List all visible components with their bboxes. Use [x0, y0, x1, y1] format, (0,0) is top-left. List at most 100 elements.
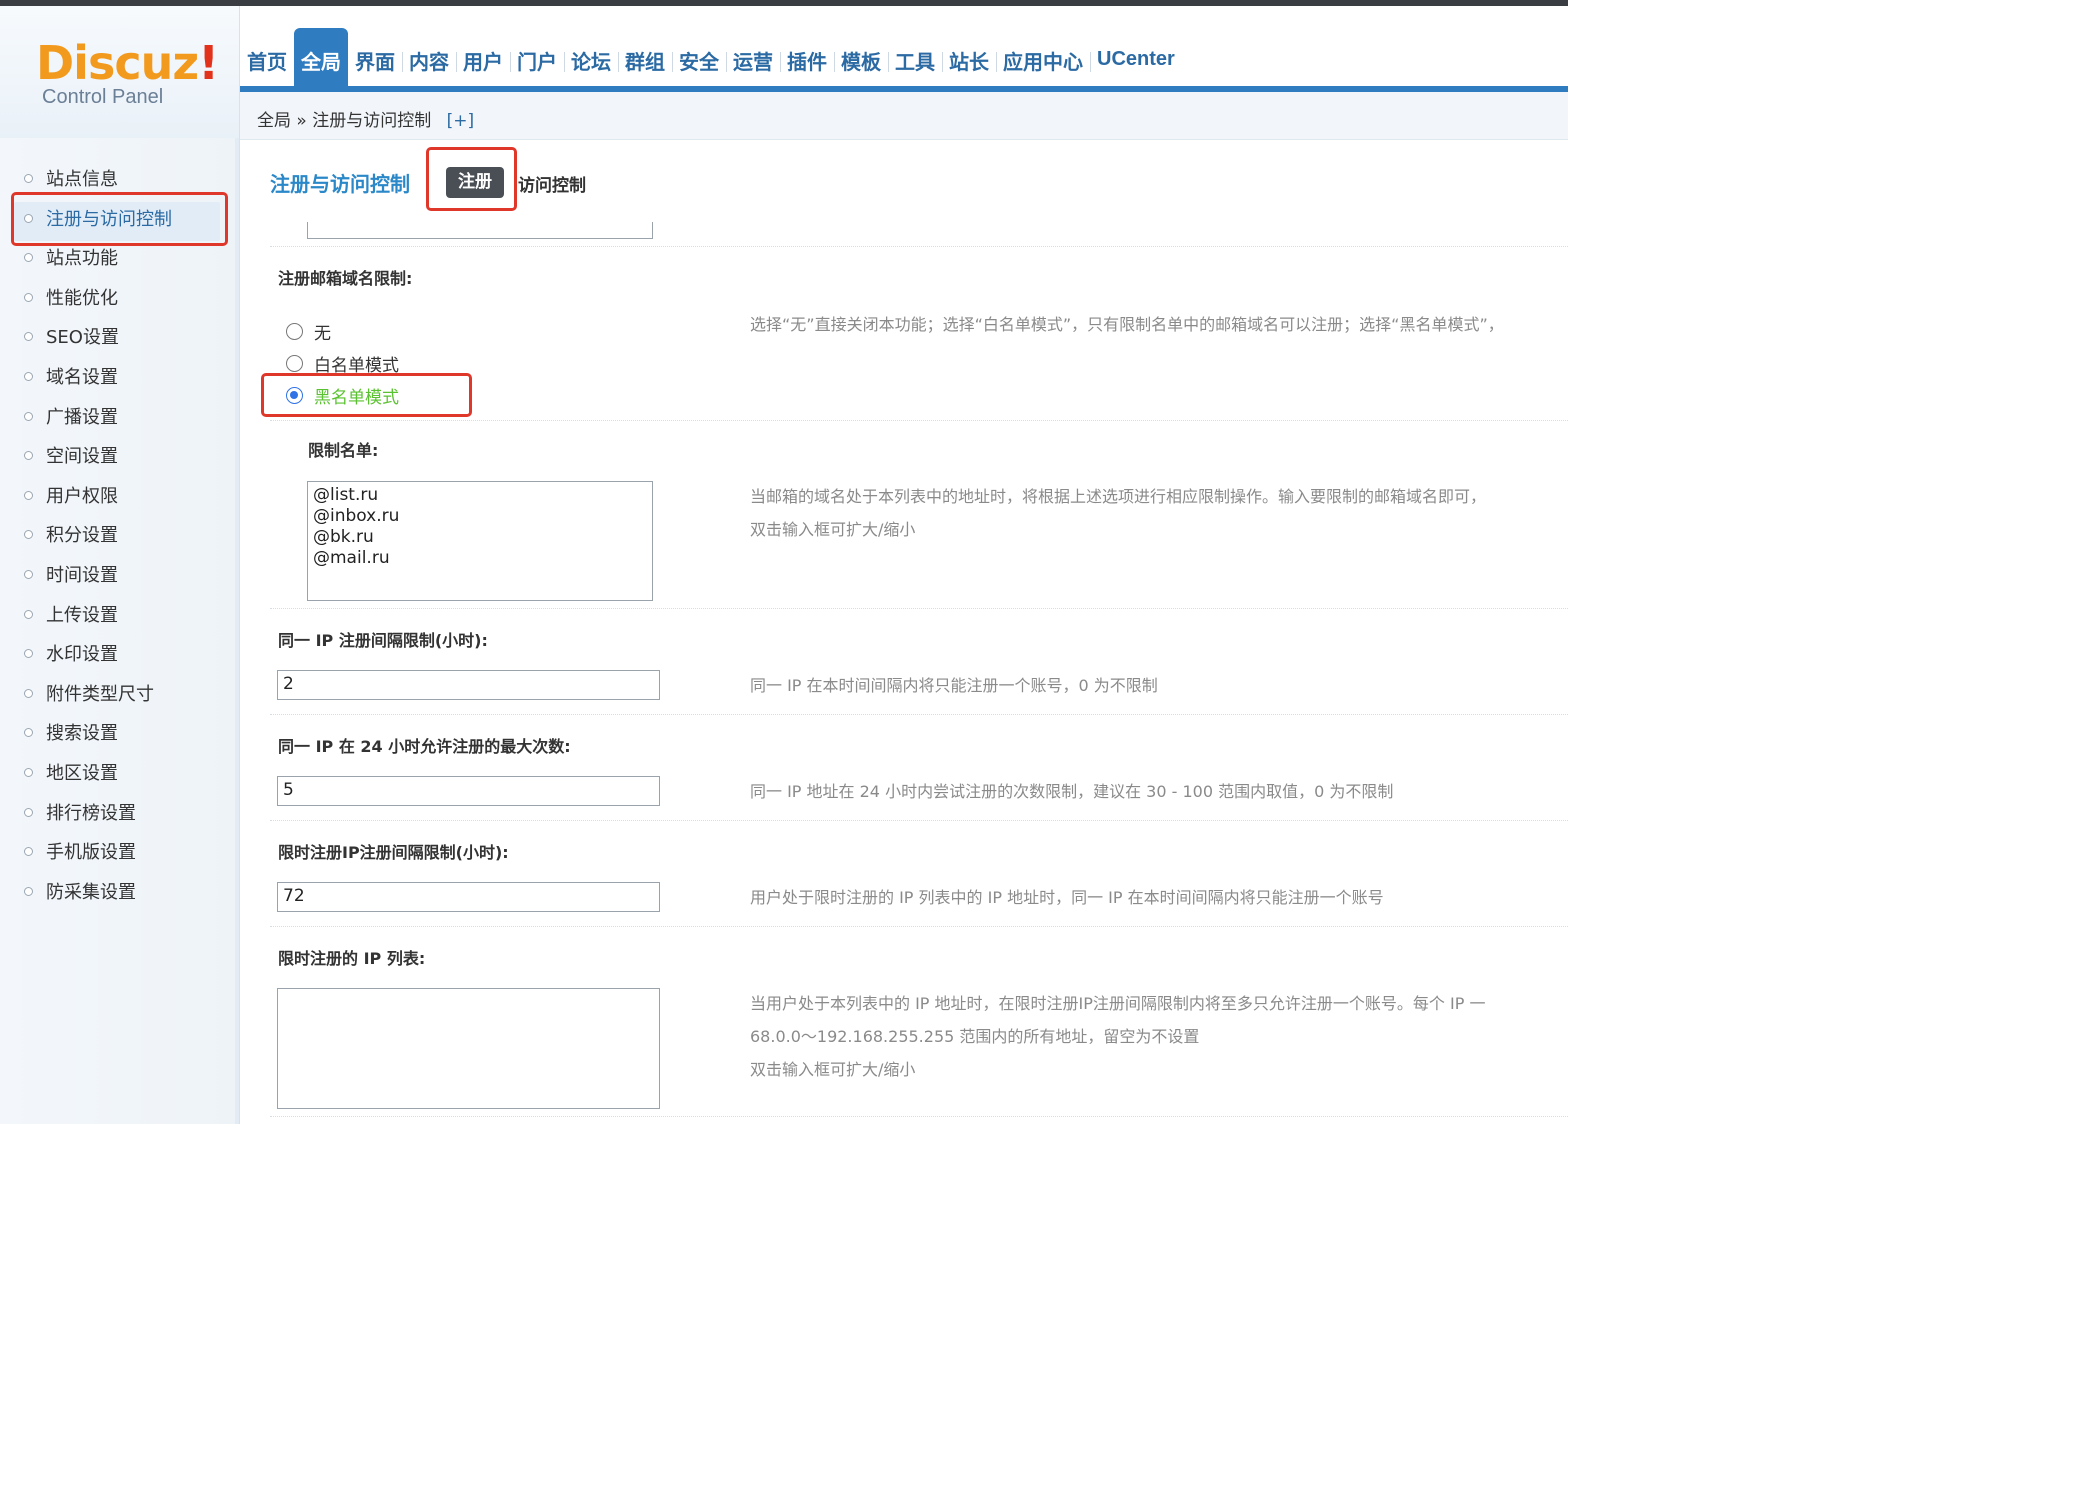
radio-none-circle[interactable]	[286, 323, 303, 340]
sidebar-item-11[interactable]: 上传设置	[0, 598, 236, 638]
nav-item-15[interactable]: UCenter	[1090, 28, 1182, 86]
restrict-list-line: @inbox.ru	[313, 506, 400, 526]
radio-whitelist-circle[interactable]	[286, 355, 303, 372]
sidebar-item-4[interactable]: SEO设置	[0, 320, 236, 360]
sidebar-item-18[interactable]: 防采集设置	[0, 875, 236, 915]
limited-list-textarea[interactable]	[277, 988, 660, 1109]
row-separator	[270, 420, 1568, 421]
annotation-box-blacklist	[261, 373, 472, 417]
sidebar-item-12[interactable]: 水印设置	[0, 637, 236, 677]
sidebar-item-6[interactable]: 广播设置	[0, 400, 236, 440]
restrict-list-line: @list.ru	[313, 485, 379, 505]
sidebar-item-13[interactable]: 附件类型尺寸	[0, 677, 236, 717]
limited-interval-hint: 用户处于限时注册的 IP 列表中的 IP 地址时，同一 IP 在本时间间隔内将只…	[750, 888, 1384, 907]
sidebar-item-label: 站点信息	[46, 169, 118, 190]
page-title: 注册与访问控制	[270, 172, 410, 196]
sidebar-item-label: 上传设置	[46, 604, 118, 626]
bullet-icon	[24, 767, 33, 777]
restrict-list-line: @mail.ru	[313, 548, 390, 568]
nav-item-1[interactable]: 全局	[294, 28, 348, 86]
sidebar-item-label: 附件类型尺寸	[46, 683, 154, 705]
nav-item-3[interactable]: 内容	[402, 28, 456, 86]
sidebar-item-label: 站点功能	[46, 248, 118, 270]
nav-item-10[interactable]: 插件	[780, 28, 834, 86]
bullet-icon	[24, 411, 33, 421]
bullet-icon	[24, 688, 33, 698]
sidebar-item-label: 手机版设置	[46, 842, 136, 864]
sidebar-list: 站点信息 注册与访问控制 站点功能 性能优化 SEO设置 域名设置 广播设置 空间设置 用户权限…	[0, 162, 236, 914]
sidebar-item-2[interactable]: 站点功能	[0, 241, 236, 281]
breadcrumb-add-shortcut[interactable]: [+]	[447, 111, 475, 131]
sidebar-item-label: 防采集设置	[46, 881, 136, 903]
email-domain-hint: 选择“无”直接关闭本功能；选择“白名单模式”，只有限制名单中的邮箱域名可以注册；…	[750, 315, 1504, 334]
annotation-box-sidebar-active	[11, 192, 228, 246]
previous-textarea-partial[interactable]	[307, 222, 653, 239]
limited-interval-input[interactable]: 72	[277, 882, 660, 912]
sidebar-item-7[interactable]: 空间设置	[0, 439, 236, 479]
bullet-icon	[24, 490, 33, 500]
nav-item-13[interactable]: 站长	[942, 28, 996, 86]
restrict-list-hint: 当邮箱的域名处于本列表中的地址时，将根据上述选项进行相应限制操作。输入要限制的邮…	[750, 487, 1487, 506]
row-separator	[270, 820, 1568, 821]
restrict-list-line: @bk.ru	[313, 527, 374, 547]
bullet-icon	[24, 371, 33, 381]
nav-item-11[interactable]: 模板	[834, 28, 888, 86]
sidebar-item-15[interactable]: 地区设置	[0, 756, 236, 796]
bullet-icon	[24, 292, 33, 302]
sidebar-item-label: SEO设置	[46, 327, 119, 349]
bullet-icon	[24, 530, 33, 540]
bullet-icon	[24, 451, 33, 461]
sidebar-item-label: 空间设置	[46, 446, 118, 468]
row-separator	[270, 926, 1568, 927]
breadcrumb-root[interactable]: 全局	[257, 111, 291, 131]
tab-access-control[interactable]: 访问控制	[518, 171, 586, 196]
restrict-list-hint-resize: 双击输入框可扩大/缩小	[750, 520, 916, 539]
nav-item-12[interactable]: 工具	[888, 28, 942, 86]
bullet-icon	[24, 847, 33, 857]
ip-max-input[interactable]: 5	[277, 776, 660, 806]
ip-interval-label: 同一 IP 注册间隔限制(小时):	[278, 631, 488, 650]
radio-none-label[interactable]: 无	[314, 319, 331, 344]
ip-max-label: 同一 IP 在 24 小时允许注册的最大次数:	[278, 737, 571, 756]
breadcrumb: 全局 » 注册与访问控制 [+]	[240, 92, 1568, 140]
sidebar-item-5[interactable]: 域名设置	[0, 360, 236, 400]
sidebar-item-label: 地区设置	[46, 762, 118, 784]
bullet-icon	[24, 728, 33, 738]
logo-brand: Discuz!	[36, 36, 219, 90]
sidebar-item-3[interactable]: 性能优化	[0, 281, 236, 321]
nav-item-14[interactable]: 应用中心	[996, 28, 1090, 86]
ip-interval-hint: 同一 IP 在本时间间隔内将只能注册一个账号，0 为不限制	[750, 676, 1158, 695]
limited-list-hint: 当用户处于本列表中的 IP 地址时，在限时注册IP注册间隔限制内将至多只允许注册…	[750, 994, 1486, 1013]
nav-item-5[interactable]: 门户	[510, 28, 564, 86]
radio-none[interactable]: 无	[286, 319, 331, 344]
ip-interval-input[interactable]: 2	[277, 670, 660, 700]
sidebar-item-9[interactable]: 积分设置	[0, 518, 236, 558]
nav-item-7[interactable]: 群组	[618, 28, 672, 86]
breadcrumb-current: 注册与访问控制	[312, 111, 432, 131]
row-separator	[270, 714, 1568, 715]
sidebar-item-10[interactable]: 时间设置	[0, 558, 236, 598]
restrict-list-textarea[interactable]: @list.ru @inbox.ru @bk.ru @mail.ru	[307, 481, 653, 601]
main-content: 注册与访问控制 注册 访问控制 注册邮箱域名限制: 无 白名单模式 黑名单模式 …	[240, 140, 1568, 1124]
nav-item-9[interactable]: 运营	[726, 28, 780, 86]
logo[interactable]: Discuz! Control Panel	[0, 6, 240, 138]
nav-item-6[interactable]: 论坛	[564, 28, 618, 86]
sidebar-item-label: 用户权限	[46, 485, 118, 507]
sidebar-item-8[interactable]: 用户权限	[0, 479, 236, 519]
restrict-list-label: 限制名单:	[308, 441, 379, 460]
bullet-icon	[24, 807, 33, 817]
row-separator	[270, 1116, 1568, 1117]
bullet-icon	[24, 253, 33, 263]
nav-item-2[interactable]: 界面	[348, 28, 402, 86]
email-domain-label: 注册邮箱域名限制:	[278, 269, 413, 288]
limited-interval-label: 限时注册IP注册间隔限制(小时):	[278, 843, 509, 862]
logo-subtitle: Control Panel	[42, 86, 164, 108]
sidebar-item-label: 积分设置	[46, 525, 118, 547]
sidebar-item-16[interactable]: 排行榜设置	[0, 796, 236, 836]
row-separator	[270, 246, 1568, 247]
sidebar-item-14[interactable]: 搜索设置	[0, 716, 236, 756]
nav-item-0[interactable]: 首页	[240, 28, 294, 86]
nav-item-4[interactable]: 用户	[456, 28, 510, 86]
nav-item-8[interactable]: 安全	[672, 28, 726, 86]
sidebar-item-17[interactable]: 手机版设置	[0, 835, 236, 875]
